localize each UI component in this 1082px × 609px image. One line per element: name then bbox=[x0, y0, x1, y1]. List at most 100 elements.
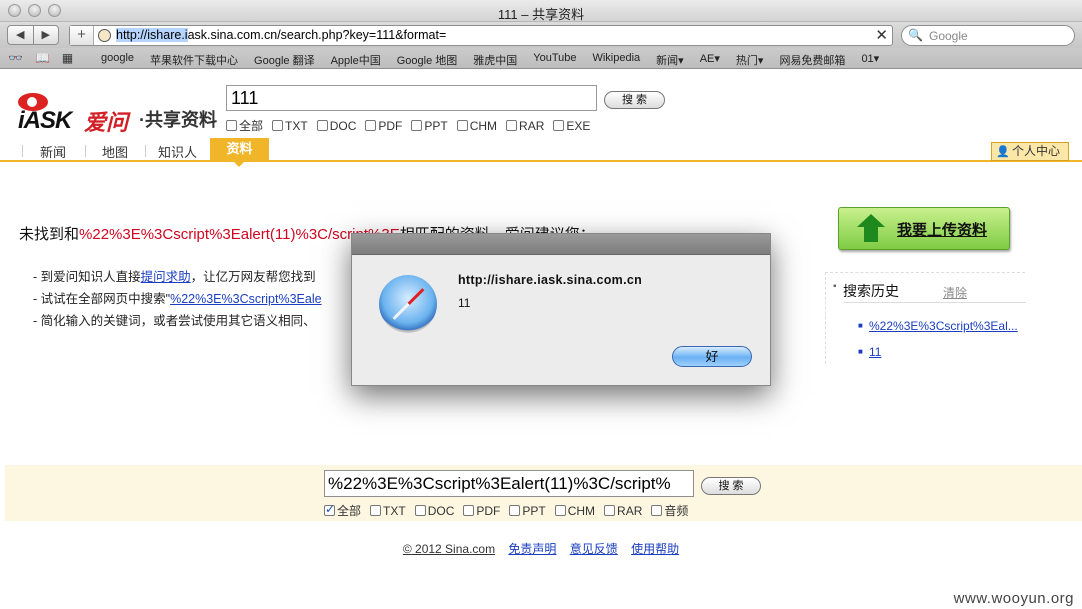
filter-label: PPT bbox=[522, 503, 546, 518]
top-search-button[interactable]: 搜 索 bbox=[604, 91, 665, 109]
checkbox[interactable] bbox=[651, 505, 663, 516]
format-filter[interactable]: PDF bbox=[365, 119, 402, 133]
checkbox[interactable] bbox=[463, 505, 475, 516]
filter-label: CHM bbox=[567, 503, 596, 518]
bottom-search-input[interactable]: %22%3E%3Cscript%3Ealert(11)%3C/script% bbox=[324, 470, 694, 497]
bookmark-item[interactable]: 热门▾ bbox=[736, 52, 764, 68]
channel-nav: 新闻 地图 知识人 资料 bbox=[0, 138, 1082, 167]
bookmark-item[interactable]: 苹果软件下载中心 bbox=[150, 52, 238, 68]
bookmarks-icon[interactable]: 📖 bbox=[35, 51, 50, 65]
checkbox[interactable] bbox=[553, 120, 565, 131]
format-filter[interactable]: PDF bbox=[463, 504, 500, 518]
format-filter[interactable]: RAR bbox=[604, 504, 642, 518]
checkbox[interactable] bbox=[370, 505, 382, 516]
back-button[interactable]: ◀ bbox=[8, 26, 34, 44]
bookmark-item[interactable]: Apple中国 bbox=[331, 52, 381, 68]
url-text[interactable]: http://ishare.iask.sina.com.cn/search.ph… bbox=[116, 28, 446, 43]
history-item[interactable]: 11 bbox=[869, 345, 881, 359]
filter-label: DOC bbox=[427, 503, 455, 518]
copyright-text: © 2012 Sina.com bbox=[402, 542, 496, 556]
checkbox[interactable] bbox=[411, 120, 423, 131]
format-filter[interactable]: RAR bbox=[506, 119, 544, 133]
format-filter[interactable]: CHM bbox=[456, 118, 498, 133]
browser-toolbar: ◀ ▶ + http://ishare.iask.sina.com.cn/sea… bbox=[0, 22, 1082, 48]
clear-url-icon[interactable]: ✕ bbox=[875, 27, 888, 44]
tab-map[interactable]: 地图 bbox=[102, 142, 128, 161]
bookmark-item[interactable]: AE▾ bbox=[700, 52, 720, 68]
format-filter[interactable]: EXE bbox=[553, 119, 590, 133]
format-filter[interactable]: PPT bbox=[509, 503, 546, 518]
bookmark-item[interactable]: google bbox=[101, 52, 134, 68]
search-placeholder: Google bbox=[929, 29, 968, 43]
personal-center-label: 个人中心 bbox=[1012, 144, 1061, 158]
format-filter[interactable]: 全部 bbox=[324, 502, 361, 519]
history-title: 搜索历史 bbox=[833, 281, 899, 301]
top-sites-icon[interactable]: ▦ bbox=[62, 51, 73, 65]
filter-label: 全部 bbox=[239, 119, 264, 133]
bookmark-item[interactable]: 新闻▾ bbox=[656, 52, 684, 68]
bookmark-item[interactable]: Wikipedia bbox=[592, 52, 640, 68]
disclaimer-link[interactable]: 免责声明 bbox=[508, 542, 556, 556]
ask-question-link[interactable]: 提问求助 bbox=[141, 270, 191, 284]
window-title: 111 – 共享资料 bbox=[497, 7, 585, 22]
help-link[interactable]: 使用帮助 bbox=[631, 542, 679, 556]
format-filter[interactable]: TXT bbox=[272, 119, 308, 133]
compass-needle bbox=[392, 288, 425, 320]
bookmark-item[interactable]: Google 地图 bbox=[397, 52, 458, 68]
browser-search-field[interactable]: 🔍 Google bbox=[901, 25, 1075, 46]
checkbox[interactable] bbox=[509, 505, 521, 516]
tab-ziliao[interactable]: 资料 bbox=[210, 138, 269, 167]
filter-label: RAR bbox=[519, 118, 545, 133]
dialog-ok-button[interactable]: 好 bbox=[672, 346, 752, 367]
checkbox[interactable] bbox=[226, 120, 237, 131]
watermark: www.wooyun.org bbox=[953, 590, 1074, 607]
personal-center-button[interactable]: 👤 个人中心 bbox=[991, 142, 1069, 161]
feedback-link[interactable]: 意见反馈 bbox=[570, 542, 618, 556]
logo-iask-text: iASK bbox=[18, 107, 72, 134]
history-divider bbox=[844, 302, 1026, 303]
bookmark-item[interactable]: 01▾ bbox=[861, 52, 879, 68]
bookmark-item[interactable]: YouTube bbox=[533, 52, 576, 68]
format-filter[interactable]: DOC bbox=[316, 119, 356, 133]
checkbox[interactable] bbox=[554, 505, 566, 516]
upload-button[interactable]: 我要上传资料 bbox=[838, 207, 1010, 250]
format-filter[interactable]: PPT bbox=[411, 118, 448, 133]
bookmarks-bar: 👓 📖 ▦ google 苹果软件下载中心 Google 翻译 Apple中国 … bbox=[0, 48, 1082, 69]
iask-logo[interactable]: iASK 爱问 ·共享资料 bbox=[14, 87, 219, 137]
checkbox[interactable] bbox=[316, 120, 328, 131]
history-item[interactable]: %22%3E%3Cscript%3Eal... bbox=[869, 319, 1018, 333]
safari-compass-icon bbox=[379, 275, 437, 333]
format-filter[interactable]: 全部 bbox=[226, 117, 263, 134]
format-filter[interactable]: CHM bbox=[554, 503, 596, 518]
search-icon: 🔍 bbox=[908, 28, 923, 42]
tab-news[interactable]: 新闻 bbox=[40, 142, 66, 161]
forward-button[interactable]: ▶ bbox=[34, 26, 59, 44]
checkbox[interactable] bbox=[456, 120, 468, 131]
checkbox[interactable] bbox=[272, 120, 284, 131]
dialog-titlebar bbox=[352, 234, 770, 255]
reading-list-icon[interactable]: 👓 bbox=[8, 51, 23, 65]
history-clear-link[interactable]: 清除 bbox=[943, 284, 967, 301]
filter-label: PPT bbox=[424, 118, 448, 133]
bookmark-item[interactable]: Google 翻译 bbox=[254, 52, 315, 68]
format-filter[interactable]: TXT bbox=[370, 504, 406, 518]
checkbox[interactable] bbox=[604, 505, 616, 516]
add-bookmark-button[interactable]: + bbox=[70, 26, 94, 45]
bookmark-item[interactable]: 雅虎中国 bbox=[473, 52, 517, 68]
checkbox[interactable] bbox=[365, 120, 377, 131]
address-bar[interactable]: + http://ishare.iask.sina.com.cn/search.… bbox=[69, 25, 893, 46]
url-remaining-text: ask.sina.com.cn/search.php?key=111&forma… bbox=[187, 28, 447, 42]
checkbox[interactable] bbox=[506, 120, 518, 131]
format-filter[interactable]: 音频 bbox=[651, 502, 688, 519]
checkbox[interactable] bbox=[414, 505, 426, 516]
bottom-search-button[interactable]: 搜 索 bbox=[701, 477, 761, 495]
tab-zhishiren[interactable]: 知识人 bbox=[158, 142, 197, 161]
filter-label: CHM bbox=[469, 118, 498, 133]
nav-divider bbox=[145, 145, 146, 157]
format-filter[interactable]: DOC bbox=[414, 503, 455, 518]
logo-aiwen-text: 爱问 bbox=[84, 110, 129, 135]
checkbox[interactable] bbox=[324, 502, 335, 516]
bookmark-item[interactable]: 网易免费邮箱 bbox=[779, 52, 845, 68]
web-search-link[interactable]: %22%3E%3Cscript%3Eale bbox=[170, 292, 321, 306]
top-search-input[interactable]: 111 bbox=[226, 85, 597, 111]
